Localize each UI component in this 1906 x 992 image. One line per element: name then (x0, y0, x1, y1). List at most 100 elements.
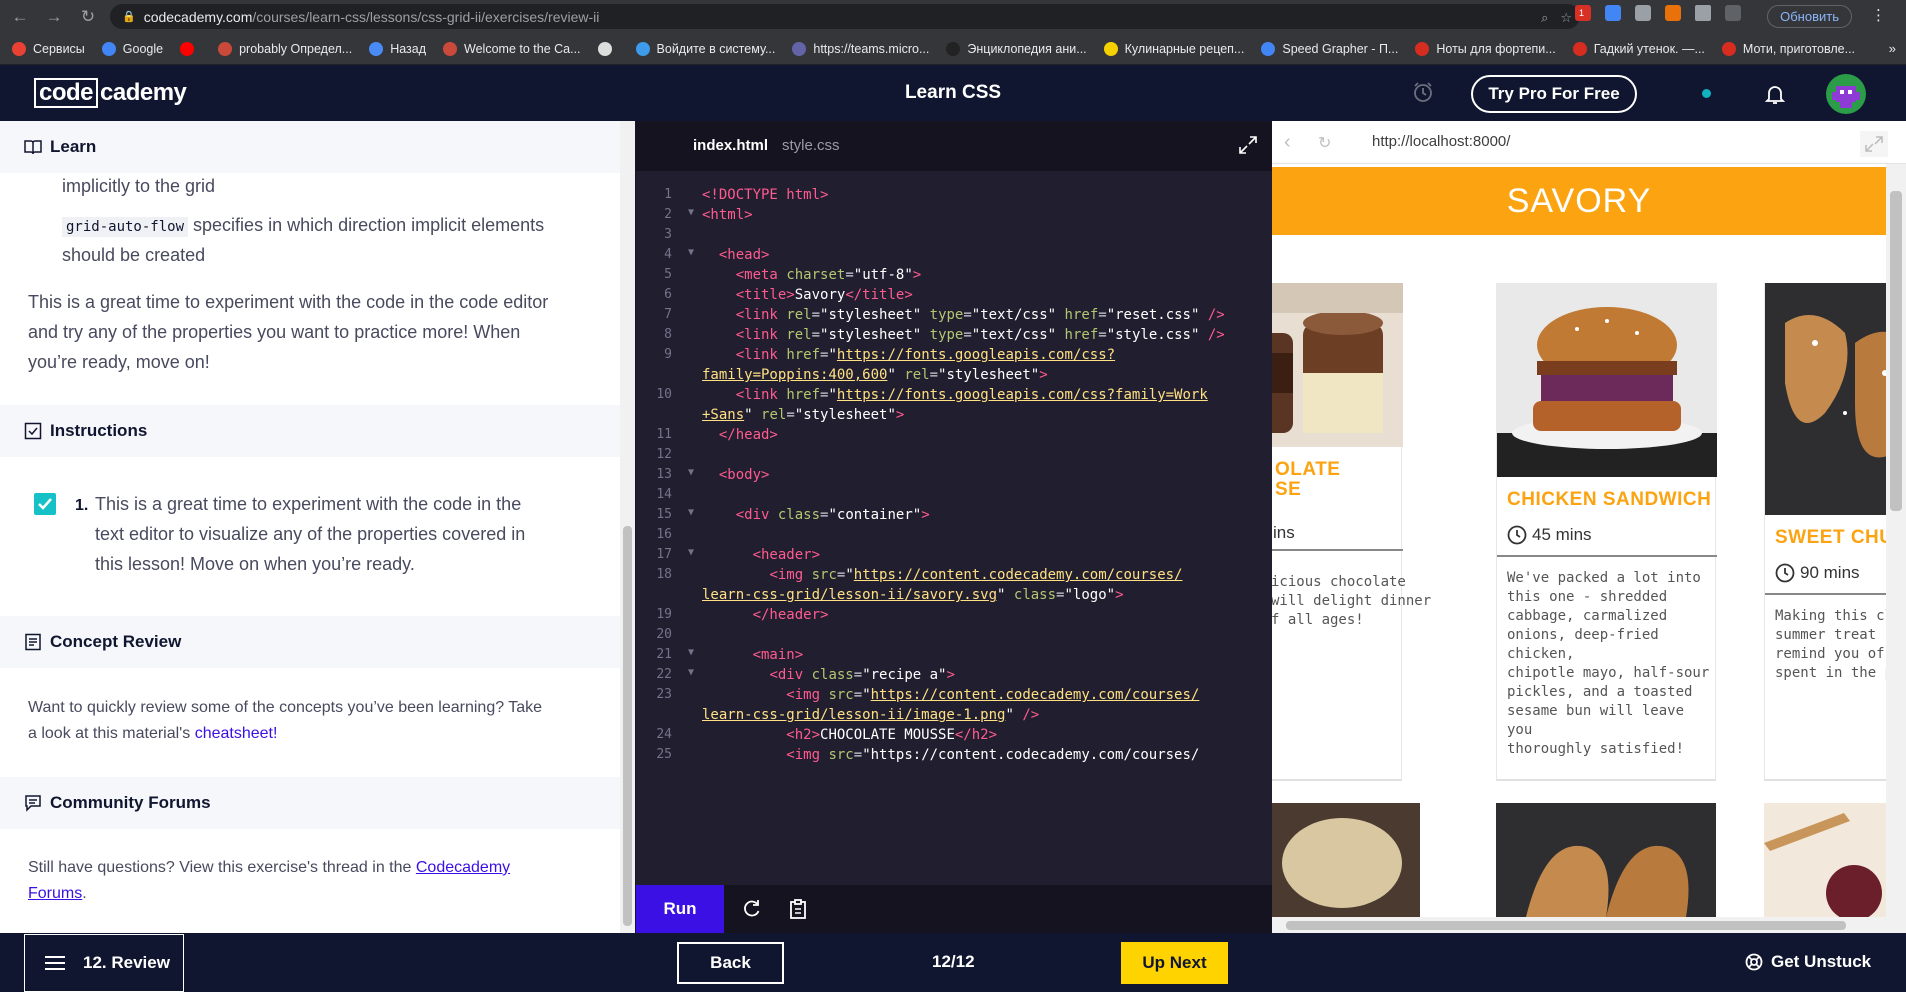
recipe-image (1497, 283, 1717, 477)
lesson-label: 12. Review (83, 953, 170, 972)
bell-icon[interactable] (1763, 82, 1787, 106)
bookmark-label: Назад (390, 41, 427, 56)
bookmark-item[interactable]: Моти, приготовле... (1721, 41, 1856, 56)
lock-icon: 🔒 (122, 11, 136, 23)
bookmark-favicon-icon (12, 41, 26, 56)
forums-link[interactable]: Forums (28, 885, 82, 902)
extension-icon[interactable] (1635, 5, 1651, 21)
bookmark-item[interactable]: Кулинарные рецеп... (1103, 41, 1245, 56)
preview-refresh-icon[interactable]: ↻ (1318, 133, 1331, 153)
instructions-title: Instructions (50, 421, 148, 440)
back-button[interactable]: Back (677, 942, 784, 984)
address-bar[interactable]: 🔒 codecademy.com/courses/learn-css/lesso… (110, 4, 1580, 29)
editor-tabs: index.html style.css (636, 121, 1272, 171)
chat-bubble-icon (25, 795, 41, 812)
bookmark-item[interactable]: Гадкий утенок. —... (1572, 41, 1705, 56)
bookmark-item[interactable]: Энциклопедия ани... (946, 41, 1087, 56)
tab-index-html[interactable]: index.html (693, 137, 768, 154)
user-avatar[interactable] (1826, 74, 1866, 114)
reload-icon[interactable]: ↻ (74, 7, 102, 27)
bookmark-item[interactable]: Welcome to the Ca... (443, 41, 581, 56)
recipe-time: 45 mins (1507, 525, 1592, 545)
tab-style-css[interactable]: style.css (782, 137, 840, 154)
bookmark-favicon-icon (443, 41, 458, 56)
learn-section-header[interactable]: Learn (0, 121, 620, 173)
bookmark-item[interactable]: probably Определ... (218, 41, 353, 56)
bookmark-label: Сервисы (33, 41, 85, 56)
recipe-title: SE (1275, 479, 1302, 500)
bookmark-favicon-icon (1103, 41, 1118, 56)
reading-list-icon[interactable] (1725, 5, 1741, 21)
bookmark-item[interactable] (597, 41, 619, 56)
bookmark-item[interactable]: Сервисы (12, 41, 85, 56)
implicit-text: implicitly to the grid (62, 176, 216, 196)
preview-url[interactable]: http://localhost:8000/ (1372, 133, 1510, 150)
try-pro-button[interactable]: Try Pro For Free (1471, 75, 1637, 113)
bookmark-item[interactable]: Войдите в систему... (635, 41, 775, 56)
bookmark-item[interactable]: Google (101, 41, 163, 56)
bullet-text: specifies in which direction implicit el… (193, 215, 545, 235)
bookmark-label: probably Определ... (239, 41, 353, 56)
bookmark-favicon-icon (1415, 41, 1430, 56)
instructions-section-header[interactable]: Instructions (0, 405, 620, 457)
back-arrow-icon[interactable]: ← (6, 7, 34, 27)
more-bookmarks-icon[interactable]: » (1889, 41, 1896, 56)
recipe-title: SWEET CHU (1775, 527, 1894, 548)
recipe-image (1764, 803, 1886, 917)
community-forums-section-header[interactable]: Community Forums (0, 777, 620, 829)
bookmark-label: Моти, приготовле... (1742, 41, 1856, 56)
alarm-clock-icon[interactable] (1412, 81, 1434, 103)
recipe-time: ins (1273, 523, 1295, 542)
bookmark-label: Speed Grapher - П... (1282, 41, 1399, 56)
bookmark-item[interactable]: Speed Grapher - П... (1261, 41, 1399, 56)
lesson-menu-button[interactable]: 12. Review (24, 934, 184, 992)
bookmark-label: Кулинарные рецеп... (1124, 41, 1245, 56)
savory-header: SAVORY (1272, 167, 1886, 235)
preview-expand-icon[interactable] (1860, 131, 1888, 157)
extension-icon[interactable] (1665, 5, 1681, 21)
extension-icon[interactable]: 1 (1575, 5, 1591, 21)
left-scrollbar-thumb[interactable] (623, 526, 632, 926)
star-icon[interactable]: ☆ (1560, 10, 1572, 26)
task-checkbox[interactable] (34, 493, 56, 515)
bookmark-item[interactable]: https://teams.micro... (792, 41, 929, 56)
translate-icon[interactable] (1605, 5, 1621, 21)
clipboard-icon[interactable] (786, 897, 810, 921)
community-forums-title: Community Forums (50, 793, 211, 812)
cheatsheet-link[interactable]: cheatsheet! (195, 725, 278, 742)
run-button[interactable]: Run (636, 885, 724, 933)
hamburger-icon (45, 956, 65, 970)
codecademy-forums-link[interactable]: Codecademy (416, 859, 510, 876)
preview-hscrollbar-thumb[interactable] (1286, 921, 1846, 930)
bookmark-item[interactable]: Назад (369, 41, 427, 56)
recipe-card: SWEET CHU 90 mins Making this cla summer … (1764, 283, 1906, 781)
instruction-line: text editor to visualize any of the prop… (95, 524, 526, 544)
reset-icon[interactable] (740, 897, 764, 921)
zoom-icon[interactable]: ⌕ (1541, 10, 1548, 26)
bookmark-favicon-icon (597, 41, 612, 56)
status-dot (1702, 89, 1711, 98)
update-button[interactable]: Обновить (1767, 5, 1852, 28)
bookmark-item[interactable]: Ноты для фортепи... (1415, 41, 1556, 56)
book-icon (24, 140, 42, 155)
expand-icon[interactable] (1238, 135, 1258, 155)
concept-line: Want to quickly review some of the conce… (28, 699, 543, 716)
url-host: codecademy.com (143, 8, 253, 25)
bookmark-favicon-icon (1261, 41, 1276, 56)
puzzle-icon[interactable] (1695, 5, 1711, 21)
preview-back-icon[interactable]: ‹ (1284, 131, 1291, 154)
preview-scrollbar-thumb[interactable] (1890, 191, 1902, 511)
bookmark-item[interactable] (180, 41, 201, 56)
editor-toolbar: Run (636, 885, 1272, 933)
recipe-image (1272, 803, 1420, 917)
paragraph-line: This is a great time to experiment with … (28, 292, 549, 312)
divider (1765, 593, 1906, 595)
code-area[interactable]: 1 <!DOCTYPE html> 2 ▼ <html> 3 4 ▼ <head> 5 … (636, 187, 1272, 887)
concept-review-section-header[interactable]: Concept Review (0, 616, 620, 668)
recipe-image (1765, 283, 1906, 515)
up-next-button[interactable]: Up Next (1121, 942, 1228, 984)
forward-arrow-icon[interactable]: → (40, 7, 68, 27)
kebab-menu-icon[interactable]: ⋮ (1871, 6, 1886, 24)
concept-text: a look at this material's (28, 725, 191, 742)
get-unstuck-button[interactable]: Get Unstuck (1745, 952, 1871, 972)
